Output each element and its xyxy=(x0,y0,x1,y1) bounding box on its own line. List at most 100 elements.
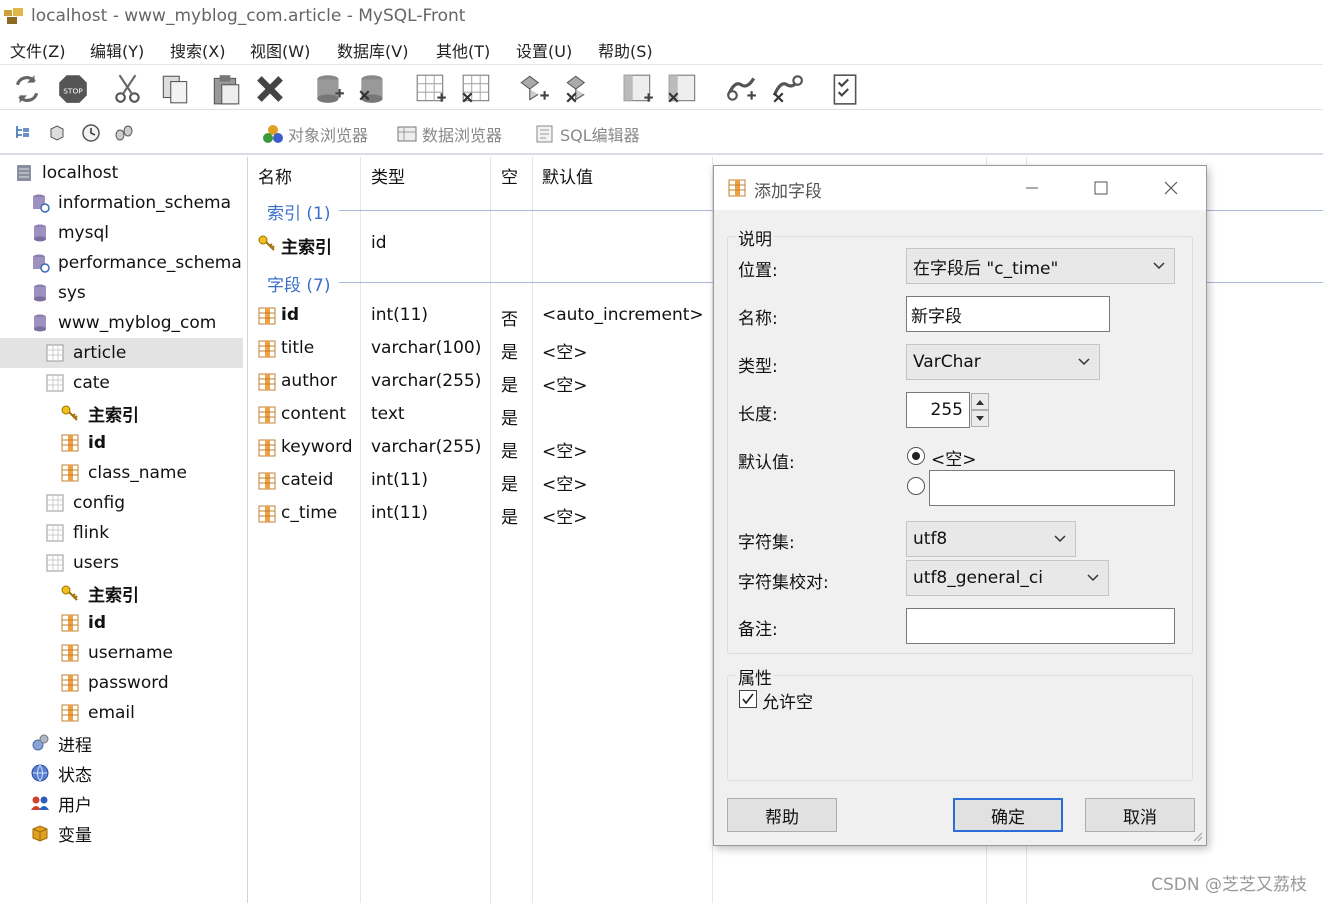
tree-item[interactable]: 状态 xyxy=(0,758,243,788)
refresh-button[interactable] xyxy=(8,71,44,107)
default-value-input[interactable] xyxy=(929,470,1175,506)
name-input[interactable]: 新字段 xyxy=(906,296,1110,332)
tree-item[interactable]: www_myblog_com xyxy=(0,308,243,338)
field-group-label[interactable]: 字段 (7) xyxy=(267,271,330,296)
properties-button[interactable] xyxy=(827,71,863,107)
key-icon xyxy=(258,235,275,251)
database-icon xyxy=(34,284,46,302)
field-default-cell: <空> xyxy=(542,376,588,396)
type-select[interactable]: VarChar xyxy=(906,344,1100,380)
tree-view-icon[interactable] xyxy=(14,123,34,143)
field-type-cell: varchar(255) xyxy=(371,371,482,391)
default-label: 默认值: xyxy=(738,453,795,473)
maximize-button[interactable] xyxy=(1081,174,1121,202)
field-icon xyxy=(61,614,79,632)
menu-item[interactable]: 编辑(Y) xyxy=(90,38,144,62)
tree-item[interactable]: 变量 xyxy=(0,818,243,848)
menu-item[interactable]: 数据库(V) xyxy=(337,38,408,62)
menu-item[interactable]: 文件(Z) xyxy=(10,38,65,62)
add-field-button[interactable] xyxy=(516,71,552,107)
column-header-default[interactable]: 默认值 xyxy=(542,163,593,188)
tab-object-browser[interactable]: 对象浏览器 xyxy=(262,122,368,146)
add-table-button[interactable] xyxy=(413,71,449,107)
tree-item[interactable]: 用户 xyxy=(0,788,243,818)
tree-item[interactable]: cate xyxy=(0,368,243,398)
comment-input[interactable] xyxy=(906,608,1175,644)
length-input[interactable]: 255 xyxy=(906,392,970,428)
field-icon xyxy=(61,644,79,662)
help-button[interactable]: 帮助 xyxy=(727,798,837,832)
add-database-button[interactable] xyxy=(311,71,347,107)
drop-index-button[interactable] xyxy=(665,71,701,107)
column-header-null[interactable]: 空 xyxy=(501,163,518,188)
tree-item[interactable]: 主索引 xyxy=(0,578,243,608)
history-icon[interactable] xyxy=(81,123,101,143)
tree-item[interactable]: 进程 xyxy=(0,728,243,758)
variables-icon xyxy=(32,825,48,842)
tree-item[interactable]: localhost xyxy=(0,158,243,188)
drop-field-button[interactable] xyxy=(562,71,598,107)
tree-item[interactable]: password xyxy=(0,668,243,698)
tree-item[interactable]: information_schema xyxy=(0,188,243,218)
column-header-type[interactable]: 类型 xyxy=(371,163,405,188)
length-value: 255 xyxy=(930,400,963,420)
drop-database-button[interactable] xyxy=(355,71,391,107)
drop-table-button[interactable] xyxy=(459,71,495,107)
tree-item-label: 用户 xyxy=(58,795,92,816)
length-stepper[interactable] xyxy=(971,393,989,427)
default-empty-radio[interactable] xyxy=(907,447,925,465)
menu-item[interactable]: 视图(W) xyxy=(250,38,310,62)
index-name[interactable]: 主索引 xyxy=(281,233,332,258)
tree-item[interactable]: sys xyxy=(0,278,243,308)
allow-null-checkbox[interactable] xyxy=(739,690,757,708)
menu-item[interactable]: 帮助(S) xyxy=(598,38,653,62)
chevron-down-icon xyxy=(1153,262,1165,270)
index-group-label[interactable]: 索引 (1) xyxy=(267,199,330,224)
tree-item[interactable]: mysql xyxy=(0,218,243,248)
field-null-cell: 否 xyxy=(501,310,518,330)
ok-button[interactable]: 确定 xyxy=(953,798,1063,832)
tree-item[interactable]: 主索引 xyxy=(0,398,243,428)
bookmark-icon[interactable] xyxy=(47,123,67,143)
dialog-title-bar: 添加字段 xyxy=(714,166,1206,210)
cut-button[interactable] xyxy=(110,71,146,107)
tree-item[interactable]: flink xyxy=(0,518,243,548)
copy-button[interactable] xyxy=(157,71,193,107)
minimize-button[interactable] xyxy=(1012,174,1052,202)
tree-item[interactable]: config xyxy=(0,488,243,518)
menu-item[interactable]: 搜索(X) xyxy=(170,38,225,62)
tree-item[interactable]: performance_schema xyxy=(0,248,243,278)
menu-item[interactable]: 设置(U) xyxy=(516,38,572,62)
tree-item[interactable]: users xyxy=(0,548,243,578)
tree-item[interactable]: id xyxy=(0,608,243,638)
column-header-name[interactable]: 名称 xyxy=(258,163,292,188)
field-name-cell: id xyxy=(281,305,299,325)
tree-item[interactable]: class_name xyxy=(0,458,243,488)
tree-item[interactable]: username xyxy=(0,638,243,668)
tree-item[interactable]: article xyxy=(0,338,243,368)
charset-select[interactable]: utf8 xyxy=(906,521,1076,557)
tree-item-label: performance_schema xyxy=(58,253,242,273)
close-button[interactable] xyxy=(1151,174,1191,202)
drop-foreign-key-button[interactable] xyxy=(769,71,805,107)
menu-item[interactable]: 其他(T) xyxy=(436,38,490,62)
search-icon[interactable] xyxy=(114,123,134,143)
add-foreign-key-button[interactable] xyxy=(723,71,759,107)
tab-data-browser[interactable]: 数据浏览器 xyxy=(396,122,502,146)
delete-button[interactable] xyxy=(252,71,288,107)
cancel-button[interactable]: 取消 xyxy=(1085,798,1195,832)
default-custom-radio[interactable] xyxy=(907,477,925,495)
tree-item-label: id xyxy=(88,433,106,453)
stop-button[interactable]: STOP xyxy=(55,71,91,107)
paste-button[interactable] xyxy=(208,71,244,107)
tree-item[interactable]: email xyxy=(0,698,243,728)
position-select[interactable]: 在字段后 "c_time" xyxy=(906,248,1175,284)
stepper-up-icon[interactable] xyxy=(971,393,989,410)
add-index-button[interactable] xyxy=(620,71,656,107)
collation-select[interactable]: utf8_general_ci xyxy=(906,560,1109,596)
tree-item[interactable]: id xyxy=(0,428,243,458)
tree-item-label: class_name xyxy=(88,463,187,483)
resize-grip-icon[interactable] xyxy=(1191,830,1203,842)
tab-sql-editor[interactable]: SQL编辑器 xyxy=(534,122,640,146)
stepper-down-icon[interactable] xyxy=(971,410,989,427)
